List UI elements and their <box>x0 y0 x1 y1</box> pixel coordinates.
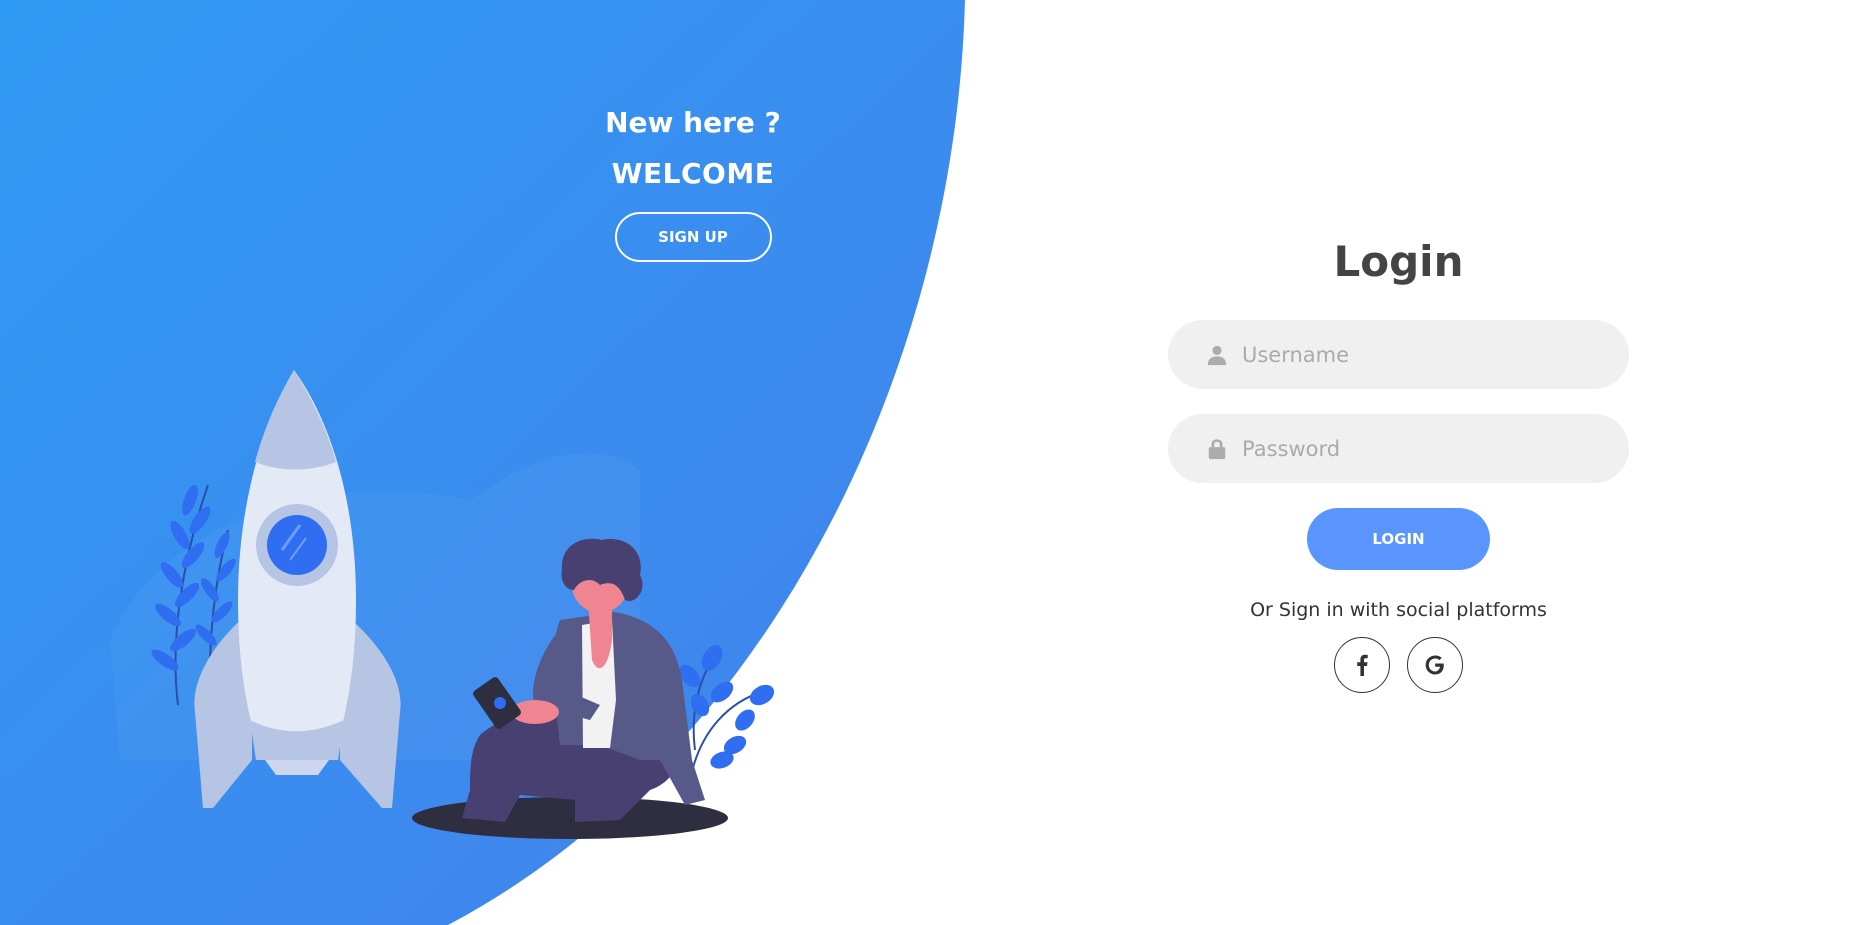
password-input[interactable] <box>1242 414 1602 483</box>
lock-icon <box>1208 439 1226 460</box>
welcome-heading: WELCOME <box>611 157 775 190</box>
signup-button[interactable]: SIGN UP <box>614 212 772 262</box>
social-signin-text: Or Sign in with social platforms <box>1250 599 1547 621</box>
social-buttons <box>1168 637 1629 693</box>
new-here-heading: New here ? <box>605 106 781 139</box>
login-form: Login LOGIN Or Sign in with social platf… <box>1168 232 1629 693</box>
google-icon <box>1425 655 1444 675</box>
username-field[interactable] <box>1168 320 1629 389</box>
facebook-icon <box>1357 654 1368 676</box>
user-icon <box>1207 345 1227 366</box>
username-input[interactable] <box>1242 320 1602 389</box>
password-field[interactable] <box>1168 414 1629 483</box>
login-button[interactable]: LOGIN <box>1307 508 1490 570</box>
signup-promo: New here ? WELCOME SIGN UP <box>593 100 793 262</box>
facebook-button[interactable] <box>1334 637 1390 693</box>
google-button[interactable] <box>1407 637 1463 693</box>
login-title: Login <box>1333 237 1464 286</box>
login-page: New here ? WELCOME SIGN UP Login LOGIN O… <box>0 0 1864 925</box>
